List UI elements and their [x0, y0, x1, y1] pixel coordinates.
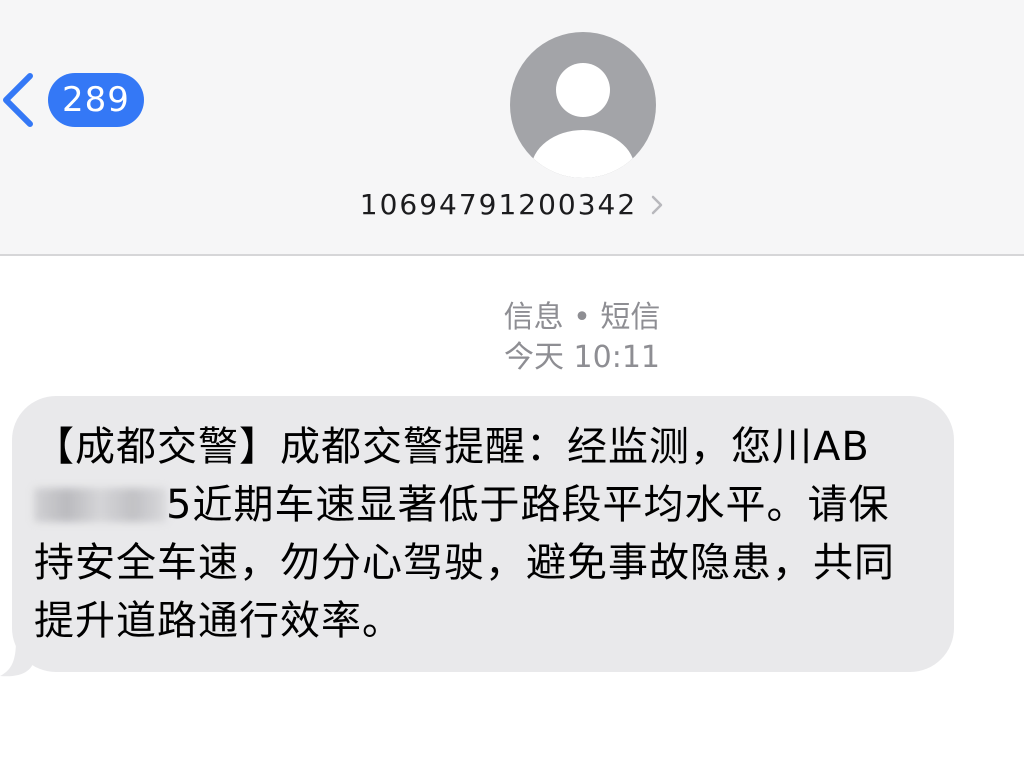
navigation-header: 289 10694791200342 — [0, 0, 1024, 256]
unread-count-badge: 289 — [48, 73, 144, 127]
contact-detail-link[interactable]: 10694791200342 — [0, 188, 1024, 234]
chevron-right-icon — [652, 195, 663, 214]
service-label: 信息 • 短信 — [503, 300, 661, 335]
sms-thread-screen: 289 10694791200342 信息 • 短信 今天 10:11 【成都交… — [0, 0, 1024, 768]
message-timestamp: 今天 10:11 — [504, 340, 660, 375]
received-message-bubble[interactable]: 【成都交警】成都交警提醒：经监测，您川AB5近期车速显著低于路段平均水平。请保持… — [12, 396, 954, 672]
chevron-left-icon — [3, 73, 33, 127]
contact-avatar[interactable] — [510, 32, 656, 178]
person-placeholder-icon — [531, 63, 635, 178]
contact-number: 10694791200342 — [359, 188, 638, 221]
message-text-part-1: 【成都交警】成都交警提醒：经监测，您川AB — [34, 424, 870, 470]
message-text: 【成都交警】成都交警提醒：经监测，您川AB5近期车速显著低于路段平均水平。请保持… — [34, 418, 926, 650]
bubble-tail — [0, 640, 34, 677]
back-button[interactable]: 289 — [0, 60, 160, 140]
redacted-plate-number — [34, 488, 166, 522]
